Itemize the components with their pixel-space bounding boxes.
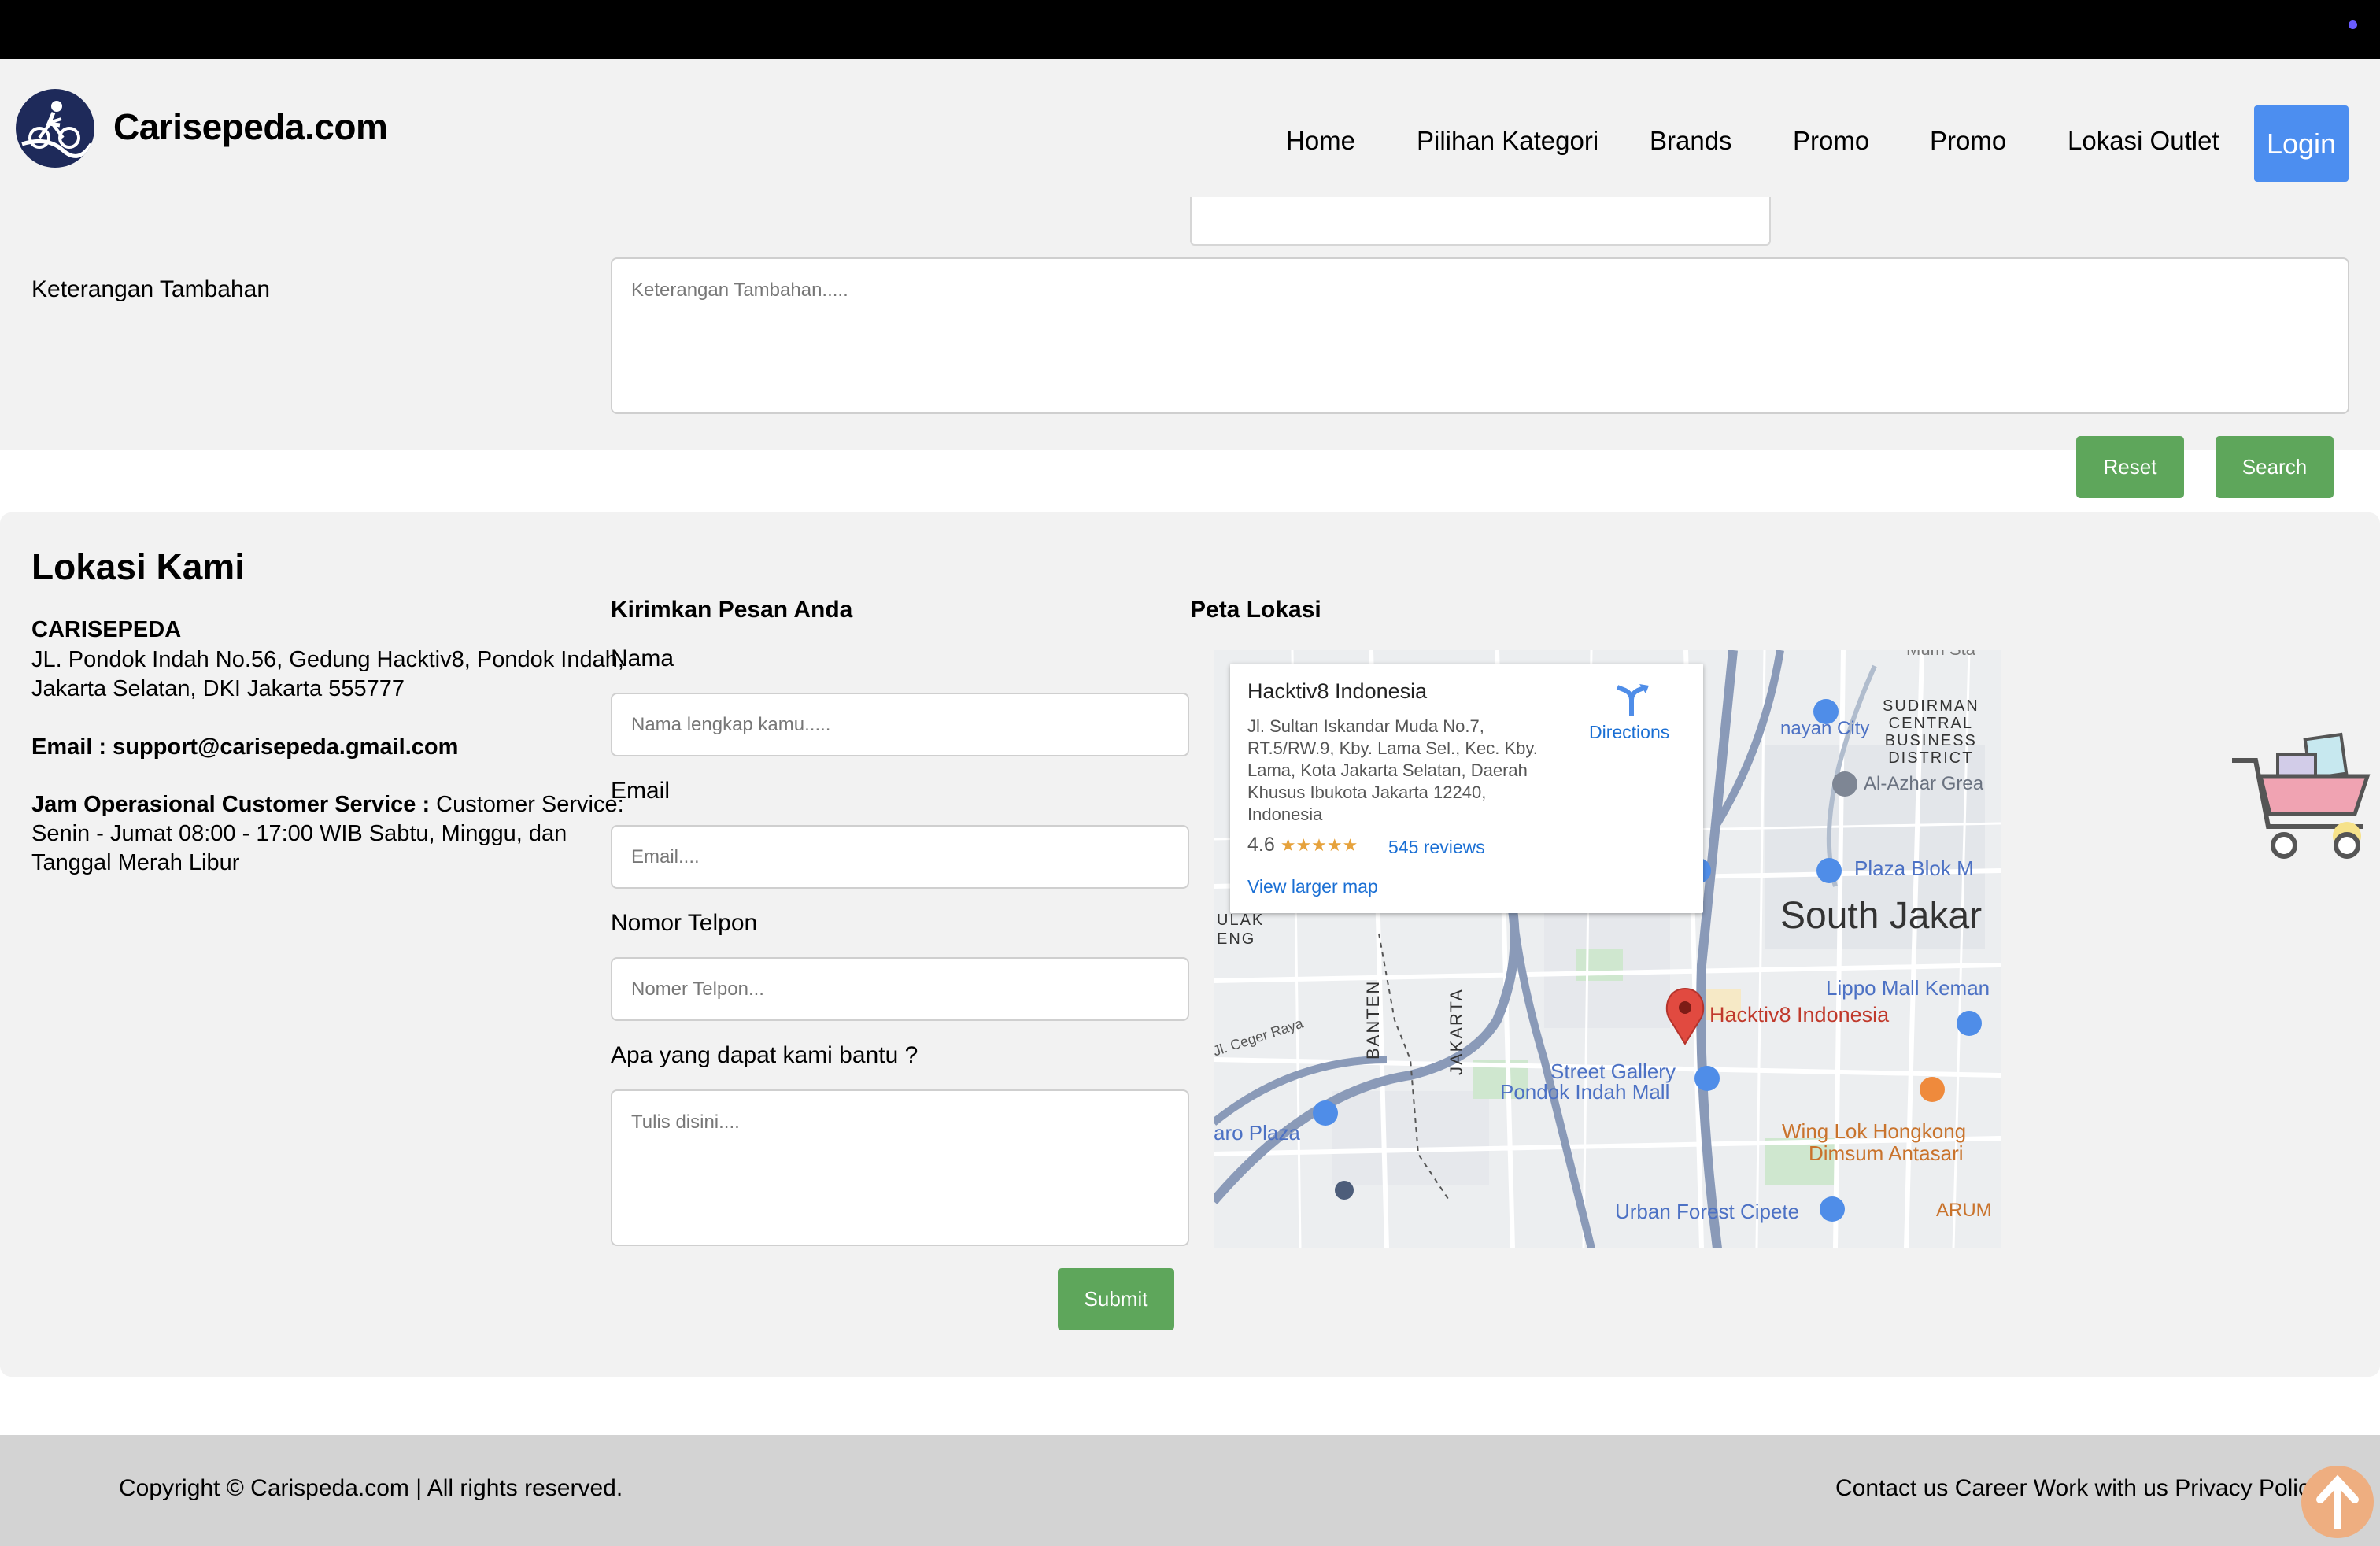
map-marker-label: Hacktiv8 Indonesia	[1709, 1003, 1890, 1026]
map-label-senayan: nayan City	[1780, 718, 1870, 739]
name-input[interactable]: Nama lengkap kamu.....	[611, 693, 1189, 756]
company-name: CARISEPEDA	[31, 617, 182, 642]
brand-name[interactable]: Carisepeda.com	[113, 105, 388, 148]
message-textarea[interactable]: Tulis disini....	[611, 1089, 1189, 1246]
sudirman-line-4: DISTRICT	[1888, 749, 1974, 767]
map-label-jakarta: JAKARTA	[1447, 988, 1466, 1075]
place-address-line-5: Indonesia	[1247, 804, 1323, 824]
search-button[interactable]: Search	[2216, 436, 2334, 498]
address-line-1: JL. Pondok Indah No.56, Gedung Hacktiv8,…	[31, 647, 624, 672]
contact-form-title: Kirimkan Pesan Anda	[611, 597, 853, 623]
map-label-top: Mum Sta	[1906, 650, 1975, 660]
location-title: Lokasi Kami	[31, 546, 245, 587]
nav-brands[interactable]: Brands	[1650, 126, 1732, 156]
rating-value: 4.6	[1247, 834, 1275, 856]
name-label: Nama	[611, 645, 674, 671]
map-label-city: South Jakar	[1780, 895, 1983, 937]
phone-input[interactable]: Nomer Telpon...	[611, 957, 1189, 1021]
hours-line-1-rest: Customer Service:	[430, 792, 624, 817]
status-dot	[2349, 20, 2357, 29]
map-label-eng: ENG	[1217, 930, 1256, 948]
location-section	[0, 512, 2380, 1377]
place-address-line-4: Khusus Ibukota Jakarta 12240,	[1247, 782, 1487, 802]
rating-stars-icon: ★★★★★	[1280, 835, 1358, 855]
email-input[interactable]: Email....	[611, 825, 1189, 889]
nav-promo[interactable]: Promo	[1793, 126, 1869, 156]
map-label-urban-forest: Urban Forest Cipete	[1615, 1200, 1800, 1223]
nav-lokasi-outlet[interactable]: Lokasi Outlet	[2068, 126, 2219, 156]
directions-icon[interactable]	[1608, 682, 1655, 717]
browser-top-bar	[0, 0, 2380, 59]
extra-info-textarea[interactable]: Keterangan Tambahan.....	[611, 257, 2349, 414]
place-address-line-1: Jl. Sultan Iskandar Muda No.7,	[1247, 716, 1484, 736]
place-name: Hacktiv8 Indonesia	[1247, 679, 1428, 703]
partial-select-field[interactable]	[1190, 197, 1771, 246]
nav-pilihan-kategori[interactable]: Pilihan Kategori	[1417, 126, 1598, 156]
view-larger-map-link[interactable]: View larger map	[1247, 876, 1378, 897]
directions-link[interactable]: Directions	[1589, 722, 1669, 743]
sudirman-line-2: CENTRAL	[1888, 715, 1974, 732]
shopping-cart-icon[interactable]	[2229, 732, 2380, 866]
map-label-pondok-indah: Pondok Indah Mall	[1500, 1080, 1670, 1104]
sudirman-line-3: BUSINESS	[1884, 732, 1977, 749]
place-address-line-2: RT.5/RW.9, Kby. Lama Sel., Kec. Kby.	[1247, 738, 1538, 758]
arrow-up-icon	[2316, 1474, 2359, 1529]
map-label-plaza-blok-m: Plaza Blok M	[1854, 856, 1974, 880]
phone-label: Nomor Telpon	[611, 910, 758, 936]
map-title: Peta Lokasi	[1190, 597, 1321, 623]
nav-home[interactable]: Home	[1286, 126, 1355, 156]
scroll-to-top-button[interactable]	[2301, 1466, 2374, 1538]
place-address-line-3: Lama, Kota Jakarta Selatan, Daerah	[1247, 760, 1528, 780]
map-label-arum: ARUM	[1936, 1200, 1992, 1221]
nav-promo-2[interactable]: Promo	[1930, 126, 2006, 156]
footer-copyright: Copyright © Carispeda.com | All rights r…	[119, 1475, 623, 1501]
reset-button[interactable]: Reset	[2076, 436, 2184, 498]
bike-logo-icon[interactable]	[16, 89, 94, 168]
map-label-dimsum: Dimsum Antasari	[1809, 1141, 1964, 1165]
submit-button[interactable]: Submit	[1058, 1268, 1174, 1330]
map-label-lippo: Lippo Mall Keman	[1826, 976, 1990, 1000]
extra-info-label: Keterangan Tambahan	[31, 276, 271, 302]
login-button[interactable]: Login	[2254, 105, 2349, 182]
address-line-2: Jakarta Selatan, DKI Jakarta 555777	[31, 676, 405, 701]
map-label-sudirman: SUDIRMAN CENTRAL BUSINESS DISTRICT	[1883, 697, 1979, 767]
place-rating: 4.6 ★★★★★	[1247, 834, 1358, 856]
map-label-aro-plaza: aro Plaza	[1214, 1121, 1300, 1145]
hours-line-3: Tanggal Merah Libur	[31, 850, 240, 875]
reviews-link[interactable]: 545 reviews	[1388, 837, 1485, 858]
place-address: Jl. Sultan Iskandar Muda No.7, RT.5/RW.9…	[1247, 716, 1578, 826]
support-email: Email : support@carisepeda.gmail.com	[31, 734, 459, 760]
message-label: Apa yang dapat kami bantu ?	[611, 1042, 918, 1068]
map-label-al-azhar: Al-Azhar Grea	[1864, 773, 1984, 794]
map-label-wing-lok: Wing Lok Hongkong	[1782, 1119, 1967, 1143]
hours-label: Jam Operasional Customer Service :	[31, 792, 431, 817]
hours-line-1: Jam Operasional Customer Service : Custo…	[31, 790, 624, 819]
email-label: Email	[611, 778, 671, 804]
map-label-banten: BANTEN	[1363, 979, 1383, 1060]
map-label-ulak: ULAK	[1217, 912, 1265, 929]
map-place-card: Hacktiv8 Indonesia Jl. Sultan Iskandar M…	[1230, 664, 1703, 913]
sudirman-line-1: SUDIRMAN	[1883, 697, 1979, 715]
hours-line-2: Senin - Jumat 08:00 - 17:00 WIB Sabtu, M…	[31, 821, 567, 846]
footer-links[interactable]: Contact us Career Work with us Privacy P…	[1835, 1475, 2322, 1502]
